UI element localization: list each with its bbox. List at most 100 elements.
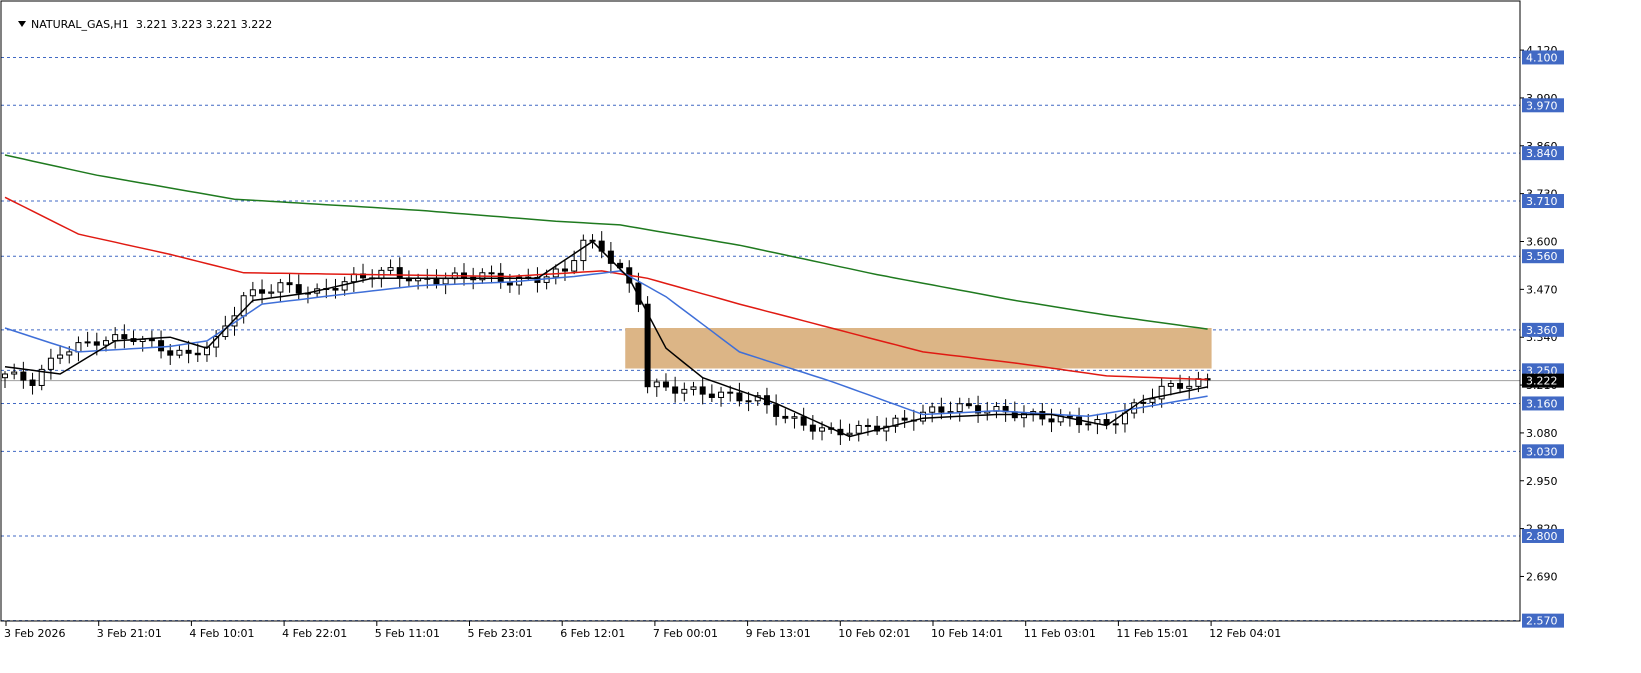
y-tick-label: 2.690 (1526, 570, 1558, 583)
candle-bull (47, 357, 54, 370)
level-badge-label: 3.560 (1526, 250, 1558, 263)
level-badge-label: 3.710 (1526, 195, 1558, 208)
candle-bull (341, 281, 348, 291)
candle-bull (1112, 423, 1119, 426)
candle-bear (938, 406, 945, 413)
candle-bear (185, 349, 192, 354)
chart[interactable]: NATURAL_GAS,H1 3.221 3.223 3.221 3.222 4… (0, 0, 1641, 673)
candle-bull (387, 267, 394, 271)
x-tick-label: 11 Feb 15:01 (1116, 627, 1188, 640)
y-tick-label: 3.080 (1526, 427, 1558, 440)
candle-bull (745, 400, 752, 403)
x-tick-label: 3 Feb 21:01 (97, 627, 162, 640)
candle-bear (332, 288, 339, 291)
candle-bull (249, 289, 256, 297)
candle-bull (855, 424, 862, 434)
candle-bull (442, 278, 449, 285)
candle-bear (433, 278, 440, 285)
candle-bull (2, 373, 8, 379)
candle-bull (1149, 398, 1156, 403)
chart-frame (0, 0, 1521, 622)
candle-bull (681, 388, 688, 394)
candle-bull (571, 260, 578, 272)
candle-bull (84, 341, 91, 344)
candle-bear (1177, 383, 1184, 389)
candle-bear (29, 379, 36, 386)
candle-bear (259, 289, 266, 294)
level-badge-label: 3.360 (1526, 324, 1558, 337)
level-badge-label: 3.030 (1526, 445, 1558, 458)
level-badge-label: 2.800 (1526, 530, 1558, 543)
supply-zone (625, 328, 1212, 369)
y-tick-label: 3.600 (1526, 235, 1558, 248)
candle-bull (176, 349, 183, 356)
candle-bear (286, 282, 293, 286)
ma-green-line (4, 154, 1208, 330)
level-badge-label: 3.160 (1526, 397, 1558, 410)
candle-bear (672, 386, 679, 394)
level-badge-label: 4.100 (1526, 51, 1558, 64)
x-tick-label: 12 Feb 04:01 (1209, 627, 1281, 640)
candle-bear (167, 350, 174, 356)
candle-bull (580, 239, 587, 262)
level-badge-label: 3.840 (1526, 147, 1558, 160)
y-tick-label: 2.950 (1526, 475, 1558, 488)
candle-bull (819, 427, 826, 432)
candle-bull (1140, 401, 1147, 404)
candle-bull (653, 381, 660, 388)
candle-bull (929, 406, 936, 413)
x-tick-label: 6 Feb 12:01 (560, 627, 625, 640)
candle-bear (800, 416, 807, 426)
candle-bull (112, 334, 119, 342)
x-tick-label: 9 Feb 13:01 (746, 627, 811, 640)
candle-bull (75, 342, 82, 353)
candle-bull (1167, 383, 1174, 387)
candle-bear (158, 340, 165, 352)
plot-border (0, 0, 1521, 622)
candle-bear (93, 341, 100, 346)
moving-averages (4, 154, 1208, 438)
price-axis: 4.1203.9903.8603.7303.6003.4703.3403.210… (1520, 44, 1564, 628)
candle-bull (277, 282, 284, 293)
candle-bear (1048, 418, 1055, 423)
candle-bear (727, 391, 734, 394)
candle-bear (148, 338, 155, 342)
candle-bear (809, 424, 816, 432)
candle-bear (699, 386, 706, 395)
level-badge-label: 3.970 (1526, 99, 1558, 112)
x-tick-label: 4 Feb 22:01 (282, 627, 347, 640)
y-tick-label: 3.470 (1526, 283, 1558, 296)
x-tick-label: 3 Feb 2026 (4, 627, 65, 640)
candle-bull (11, 371, 18, 375)
candle-bull (690, 386, 697, 390)
candle-bear (965, 403, 972, 407)
x-tick-label: 7 Feb 00:01 (653, 627, 718, 640)
level-badge-label: 2.570 (1526, 615, 1558, 628)
candle-bear (396, 267, 403, 279)
candle-bull (846, 432, 853, 436)
candle-bull (791, 416, 798, 419)
candle-bull (1186, 385, 1193, 389)
x-tick-label: 10 Feb 02:01 (838, 627, 910, 640)
candle-bear (295, 284, 302, 294)
x-tick-label: 5 Feb 23:01 (468, 627, 533, 640)
candle-bear (782, 415, 789, 419)
candle-bear (708, 393, 715, 398)
current-price-label: 3.222 (1526, 375, 1558, 388)
chart-canvas[interactable]: 4.1203.9903.8603.7303.6003.4703.3403.210… (0, 0, 1641, 673)
candle-bull (66, 351, 73, 356)
candle-bear (20, 371, 27, 381)
candle-bull (102, 340, 109, 346)
candle-bear (121, 334, 128, 340)
candle-bull (57, 354, 64, 359)
candle-bear (1066, 415, 1073, 418)
zone-rect (625, 328, 1212, 369)
candle-bear (662, 381, 669, 388)
candle-bear (194, 352, 201, 356)
candle-bull (268, 291, 275, 294)
candle-bear (773, 404, 780, 417)
candle-bear (488, 272, 495, 275)
x-tick-label: 10 Feb 14:01 (931, 627, 1003, 640)
candle-bear (736, 392, 743, 402)
candle-bear (901, 417, 908, 421)
